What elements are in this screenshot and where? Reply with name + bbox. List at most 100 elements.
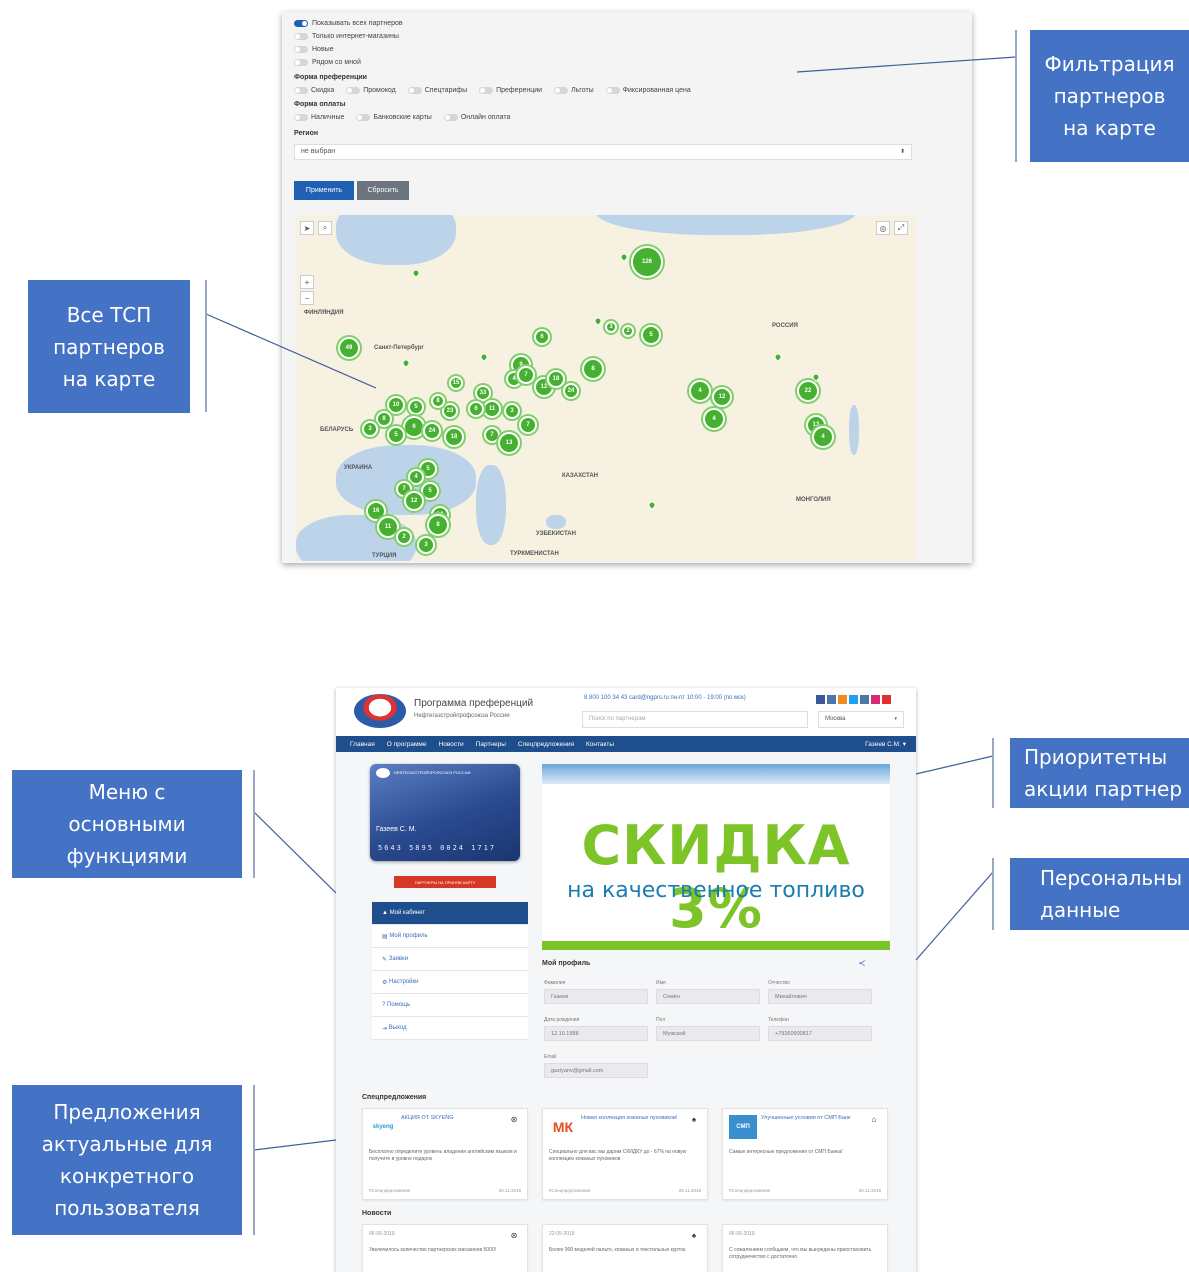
toggle-online-shops[interactable]: Только интернет-магазины xyxy=(294,33,399,40)
map-cluster[interactable]: 5 xyxy=(408,399,424,415)
map-cluster[interactable]: 18 xyxy=(547,370,565,388)
pref-fixed-price[interactable]: Фиксированная цена xyxy=(605,87,691,94)
map-cluster[interactable]: 8 xyxy=(431,394,445,408)
map-cluster[interactable]: 5 xyxy=(387,426,405,444)
toggle-new[interactable]: Новые xyxy=(294,46,334,53)
zoom-in-button[interactable]: + xyxy=(300,275,314,289)
search-icon[interactable]: ⌕ xyxy=(318,221,332,235)
map-pin-icon[interactable] xyxy=(593,316,603,326)
map-cluster[interactable]: 5 xyxy=(641,325,661,345)
map-cluster[interactable]: 7 xyxy=(519,416,537,434)
nav-special-offers[interactable]: Спецпредложения xyxy=(518,741,574,748)
share-icon[interactable]: ≺ xyxy=(858,958,866,969)
map-cluster[interactable]: 33 xyxy=(475,385,491,401)
layers-icon[interactable]: ◎ xyxy=(876,221,890,235)
menu-item-requests[interactable]: ✎ Заявки xyxy=(372,948,528,971)
name-field[interactable]: Семён xyxy=(656,989,760,1004)
user-menu[interactable]: Газеев С.М. ▾ xyxy=(865,740,906,748)
menu-item-logout[interactable]: ⇥ Выход xyxy=(372,1017,528,1040)
email-field[interactable]: gaziyanv@gmail.com xyxy=(544,1063,648,1078)
menu-item-profile[interactable]: ▤ Мой профиль xyxy=(372,925,528,948)
patronymic-field[interactable]: Михайлович xyxy=(768,989,872,1004)
nav-partners[interactable]: Партнеры xyxy=(476,741,506,748)
mail-icon[interactable] xyxy=(860,695,869,704)
surname-field[interactable]: Газеев xyxy=(544,989,648,1004)
nav-about[interactable]: О программе xyxy=(387,741,427,748)
pref-discount[interactable]: Скидка xyxy=(294,87,334,94)
offer-card[interactable]: skyeng АКЦИЯ ОТ SKYENG ⊛ Бесплатно опред… xyxy=(362,1108,528,1200)
map-pin-icon[interactable] xyxy=(773,352,783,362)
map-cluster[interactable]: 12 xyxy=(404,491,424,511)
promo-banner[interactable]: СКИДКА 3% на качественное топливо xyxy=(542,764,890,950)
apply-button[interactable]: Применить xyxy=(294,181,354,200)
news-card[interactable]: 06-06-2019 ⊛ Увеличилось количество парт… xyxy=(362,1224,528,1272)
menu-item-help[interactable]: ? Помощь xyxy=(372,994,528,1017)
tsp-logo[interactable] xyxy=(354,694,406,728)
facebook-icon[interactable] xyxy=(816,695,825,704)
instagram-icon[interactable] xyxy=(871,695,880,704)
map-cluster[interactable]: 3 xyxy=(504,403,520,419)
map-cluster[interactable]: 13 xyxy=(498,432,520,454)
map-cluster[interactable]: 6 xyxy=(403,416,425,438)
pay-cash[interactable]: Наличные xyxy=(294,114,344,121)
pref-promocode[interactable]: Промокод xyxy=(346,87,396,94)
location-arrow-icon[interactable]: ➤ xyxy=(300,221,314,235)
reset-button[interactable]: Сбросить xyxy=(357,181,409,200)
map-cluster[interactable]: 4 xyxy=(408,469,424,485)
toggle-nearby[interactable]: Рядом со мной xyxy=(294,59,361,66)
map-cluster[interactable]: 8 xyxy=(582,358,604,380)
map-cluster[interactable]: 7 xyxy=(517,366,535,384)
fullscreen-icon[interactable]: ⤢ xyxy=(894,221,908,235)
map-pin-icon[interactable] xyxy=(411,268,421,278)
map-cluster[interactable]: 3 xyxy=(417,536,435,554)
toggle-switch-icon[interactable] xyxy=(294,33,308,40)
gender-field[interactable]: Мужской xyxy=(656,1026,760,1041)
pay-bank-cards[interactable]: Банковские карты xyxy=(356,114,432,121)
map-cluster[interactable]: 4 xyxy=(689,380,711,402)
nav-home[interactable]: Главная xyxy=(350,741,375,748)
toggle-switch-icon[interactable] xyxy=(294,20,308,27)
news-card[interactable]: 22-05-2019 ♠ Более 900 моделей пальто, к… xyxy=(542,1224,708,1272)
map-cluster[interactable]: 24 xyxy=(423,422,441,440)
map-cluster[interactable]: 4 xyxy=(703,408,725,430)
map-cluster[interactable]: 3 xyxy=(362,421,378,437)
region-select[interactable]: не выбран ⬍ xyxy=(294,144,912,160)
map-cluster[interactable]: 3 xyxy=(605,321,617,333)
pref-benefits[interactable]: Льготы xyxy=(554,87,594,94)
vk-icon[interactable] xyxy=(827,695,836,704)
toggle-all-partners[interactable]: Показывать всех партнеров xyxy=(294,20,403,27)
pref-special-tariffs[interactable]: Спецтарифы xyxy=(407,87,467,94)
card-partners-button[interactable]: ПАРТНЕРЫ НА ПРИНЯВ КАРТУ xyxy=(394,876,496,888)
offer-card[interactable]: МК Новая коллекция кожаных пуховиков! ♠ … xyxy=(542,1108,708,1200)
map-pin-icon[interactable] xyxy=(619,252,629,262)
map-cluster[interactable]: 15 xyxy=(449,376,463,390)
menu-item-cabinet[interactable]: ▲ Мой кабинет xyxy=(372,902,528,925)
map-cluster[interactable]: 126 xyxy=(631,246,663,278)
map-cluster[interactable]: 23 xyxy=(442,403,458,419)
map-cluster[interactable]: 18 xyxy=(444,427,464,447)
nav-contacts[interactable]: Контакты xyxy=(586,741,614,748)
map-cluster[interactable]: 22 xyxy=(797,380,819,402)
map-cluster[interactable]: 10 xyxy=(387,396,405,414)
youtube-icon[interactable] xyxy=(882,695,891,704)
map-cluster[interactable]: 4 xyxy=(812,426,834,448)
offer-card[interactable]: СМП Улучшенные условия от СМП Банк ⌂ Сам… xyxy=(722,1108,888,1200)
dob-field[interactable]: 12.10.1988 xyxy=(544,1026,648,1041)
search-input[interactable]: Поиск по партнерам⌕ xyxy=(582,711,827,728)
map-cluster[interactable]: 24 xyxy=(563,383,579,399)
twitter-icon[interactable] xyxy=(849,695,858,704)
pref-preferences[interactable]: Преференции xyxy=(479,87,542,94)
nav-news[interactable]: Новости xyxy=(439,741,464,748)
map-cluster[interactable]: 49 xyxy=(338,337,360,359)
menu-item-settings[interactable]: ⚙ Настройки xyxy=(372,971,528,994)
city-select[interactable]: Москва ▾ xyxy=(818,711,904,728)
map-pin-icon[interactable] xyxy=(479,352,489,362)
map-cluster[interactable]: 2 xyxy=(622,325,634,337)
zoom-out-button[interactable]: − xyxy=(300,291,314,305)
map-cluster[interactable]: 6 xyxy=(468,401,484,417)
news-card[interactable]: 06-06-2019 С сожалением сообщаем, что мы… xyxy=(722,1224,888,1272)
toggle-switch-icon[interactable] xyxy=(294,46,308,53)
map-cluster[interactable]: 8 xyxy=(427,514,449,536)
map-cluster[interactable]: 5 xyxy=(421,482,439,500)
map-pin-icon[interactable] xyxy=(401,358,411,368)
